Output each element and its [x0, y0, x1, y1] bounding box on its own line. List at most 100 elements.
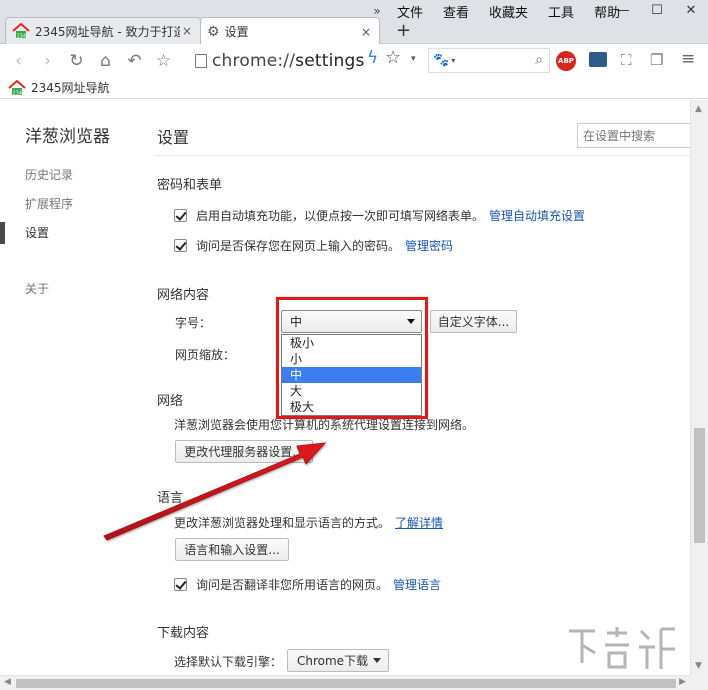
close-window-icon[interactable]: ✕	[674, 0, 708, 22]
section-title-passwords: 密码和表单	[157, 178, 223, 193]
settings-page: 洋葱浏览器 历史记录 扩展程序 设置 关于 设置 密码和表单 启用自动填充功能，…	[0, 100, 690, 675]
custom-fonts-button[interactable]: 自定义字体...	[430, 310, 517, 333]
title-bar: 2345 2345网址导航 - 致力于打造 × ⚙ 设置 × + » 文件 查看…	[0, 0, 708, 45]
section-title-downloads: 下载内容	[157, 626, 210, 641]
menu-tools[interactable]: 工具	[538, 2, 584, 21]
network-description: 洋葱浏览器会使用您计算机的系统代理设置连接到网络。	[174, 418, 475, 432]
favorite-star-icon[interactable]: ☆	[385, 47, 401, 68]
scroll-right-icon[interactable]: ▶	[679, 677, 686, 687]
scroll-thumb[interactable]	[694, 428, 705, 543]
save-password-row: 询问是否保存您在网页上输入的密码。 管理密码	[174, 237, 453, 254]
house-logo-icon: 2345	[8, 79, 26, 96]
tab-close-icon[interactable]: ×	[180, 24, 194, 38]
font-size-label: 字号：	[175, 316, 212, 330]
paw-icon[interactable]: 🐾	[433, 53, 449, 68]
option-extra-large[interactable]: 极大	[282, 399, 421, 415]
forward-icon[interactable]: ›	[33, 51, 62, 71]
scroll-down-icon[interactable]: ▼	[695, 661, 702, 671]
house-logo-icon: 2345	[12, 22, 30, 40]
header-divider	[155, 155, 690, 156]
search-icon[interactable]: ⌕	[535, 52, 543, 68]
tab-2345-navigation[interactable]: 2345 2345网址导航 - 致力于打造 ×	[5, 17, 201, 44]
adblock-icon[interactable]: ABP	[556, 51, 576, 71]
menu-icon[interactable]: ≡	[681, 49, 695, 69]
vertical-scrollbar[interactable]: ▲ ▼	[690, 100, 708, 675]
bookmark-2345[interactable]: 2345网址导航	[31, 79, 110, 96]
tab-settings[interactable]: ⚙ 设置 ×	[200, 17, 380, 45]
minimize-icon[interactable]: —	[606, 0, 640, 22]
reload-icon[interactable]: ↻	[62, 51, 91, 71]
option-medium[interactable]: 中	[282, 367, 421, 383]
languages-description: 更改洋葱浏览器处理和显示语言的方式。	[174, 516, 391, 530]
save-password-checkbox[interactable]	[174, 239, 187, 252]
horizontal-scrollbar[interactable]: ◀ ▶	[0, 675, 690, 690]
manage-passwords-link[interactable]: 管理密码	[405, 237, 453, 254]
window-controls: — ☐ ✕	[606, 0, 708, 22]
option-extra-small[interactable]: 极小	[282, 335, 421, 351]
scroll-left-icon[interactable]: ◀	[4, 677, 11, 687]
chevron-down-icon	[407, 319, 415, 324]
scroll-corner	[690, 675, 708, 690]
menu-bar: » 文件 查看 收藏夹 工具 帮助	[367, 0, 630, 22]
folder-extension-icon[interactable]	[589, 52, 607, 67]
menu-file[interactable]: 文件	[387, 2, 433, 21]
svg-text:2345: 2345	[17, 34, 30, 40]
menu-overflow-icon[interactable]: »	[367, 4, 387, 18]
fullscreen-icon[interactable]: ⛶	[621, 51, 632, 69]
new-tab-button[interactable]: +	[396, 22, 411, 40]
autofill-row: 启用自动填充功能，以便点按一次即可填写网络表单。 管理自动填充设置	[174, 207, 585, 224]
manage-autofill-link[interactable]: 管理自动填充设置	[489, 207, 585, 224]
section-title-network: 网络	[157, 394, 184, 409]
page-title: 设置	[157, 128, 190, 147]
manage-languages-link[interactable]: 管理语言	[393, 576, 441, 593]
page-icon	[195, 53, 207, 68]
autofill-checkbox[interactable]	[174, 209, 187, 222]
learn-more-link[interactable]: 了解详情	[395, 516, 443, 530]
gear-icon: ⚙	[207, 23, 220, 40]
tab-title: 设置	[224, 25, 249, 39]
section-title-web-content: 网络内容	[157, 288, 210, 303]
tab-close-icon[interactable]: ×	[359, 25, 373, 39]
language-input-settings-button[interactable]: 语言和输入设置...	[175, 538, 289, 561]
page-zoom-label: 网页缩放：	[175, 348, 236, 362]
autofill-label: 启用自动填充功能，以便点按一次即可填写网络表单。	[196, 209, 485, 223]
option-large[interactable]: 大	[282, 383, 421, 399]
option-small[interactable]: 小	[282, 351, 421, 367]
home-icon[interactable]: ⌂	[91, 51, 120, 71]
font-size-value: 中	[290, 315, 303, 329]
back-icon[interactable]: ‹	[4, 51, 33, 71]
sidebar-item-settings[interactable]: 设置	[25, 224, 49, 241]
settings-search-input[interactable]	[577, 123, 690, 148]
bookmark-page-icon[interactable]: ☆	[149, 51, 178, 71]
speed-mode-icon[interactable]: ϟ	[367, 48, 378, 68]
maximize-icon[interactable]: ☐	[640, 0, 674, 22]
window-icon[interactable]: ❐	[650, 51, 663, 69]
languages-description-row: 更改洋葱浏览器处理和显示语言的方式。 了解详情	[174, 514, 443, 531]
navigation-toolbar: ‹ › ↻ ⌂ ↶ ☆ chrome://settings ϟ ☆ ▾ 🐾 ▾ …	[0, 44, 708, 77]
download-engine-label: 选择默认下载引擎：	[174, 655, 283, 669]
browser-brand: 洋葱浏览器	[25, 127, 110, 147]
font-size-select[interactable]: 中	[281, 310, 422, 333]
svg-text:2345: 2345	[13, 90, 26, 96]
bookmarks-bar: 2345 2345网址导航	[0, 77, 708, 99]
scroll-up-icon[interactable]: ▲	[695, 104, 702, 114]
chevron-down-icon[interactable]: ▾	[451, 56, 455, 65]
menu-favorites[interactable]: 收藏夹	[479, 2, 538, 21]
active-indicator	[0, 222, 5, 244]
menu-view[interactable]: 查看	[433, 2, 479, 21]
translate-row: 询问是否翻译非您所用语言的网页。 管理语言	[174, 576, 441, 593]
scroll-thumb[interactable]	[16, 679, 676, 688]
chevron-down-icon[interactable]: ▾	[411, 54, 416, 64]
tab-title: 2345网址导航 - 致力于打造	[35, 24, 180, 39]
section-title-languages: 语言	[157, 491, 184, 506]
sidebar-item-extensions[interactable]: 扩展程序	[25, 195, 73, 212]
proxy-settings-button[interactable]: 更改代理服务器设置...	[175, 440, 313, 463]
undo-close-icon[interactable]: ↶	[120, 51, 149, 71]
download-engine-select[interactable]: Chrome下载	[287, 649, 389, 672]
search-engine-box[interactable]: 🐾 ▾ ⌕	[428, 48, 550, 73]
sidebar-item-history[interactable]: 历史记录	[25, 166, 73, 183]
font-size-dropdown: 极小 小 中 大 极大	[281, 334, 422, 416]
address-url: chrome://settings	[212, 50, 365, 71]
sidebar-item-about[interactable]: 关于	[25, 280, 49, 297]
translate-checkbox[interactable]	[174, 578, 187, 591]
